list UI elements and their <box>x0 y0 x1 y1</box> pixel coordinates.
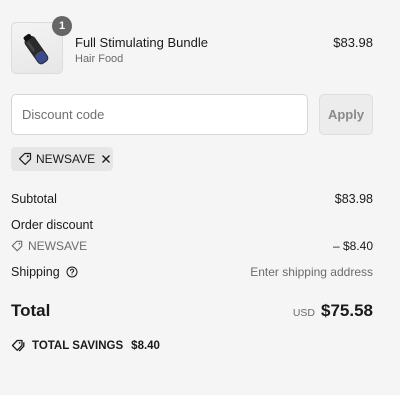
tag-icon <box>11 339 26 352</box>
help-circle-icon[interactable] <box>66 266 78 278</box>
total-savings: TOTAL SAVINGS $8.40 <box>11 339 160 352</box>
quantity-badge: 1 <box>52 16 72 36</box>
subtotal-label: Subtotal <box>11 192 57 206</box>
applied-discount-chip: NEWSAVE <box>11 147 113 171</box>
product-name: Full Stimulating Bundle <box>75 35 208 50</box>
apply-button[interactable]: Apply <box>319 94 373 135</box>
tag-icon <box>11 240 23 252</box>
savings-amount: $8.40 <box>131 339 160 352</box>
total-amount: USD $75.58 <box>293 301 373 321</box>
line-item: 1 Full Stimulating Bundle Hair Food $83.… <box>11 16 373 74</box>
applied-code-label: NEWSAVE <box>36 152 96 166</box>
total-value: $75.58 <box>321 301 373 320</box>
product-price: $83.98 <box>333 35 373 50</box>
shipping-row: Shipping <box>11 265 78 279</box>
close-icon[interactable] <box>99 152 113 166</box>
shipping-label: Shipping <box>11 265 60 279</box>
product-variant: Hair Food <box>75 53 124 65</box>
product-thumbnail: 1 <box>11 16 72 74</box>
discount-code-input[interactable] <box>11 94 308 135</box>
savings-label: TOTAL SAVINGS <box>32 339 124 352</box>
discount-value: – $8.40 <box>332 239 373 253</box>
tag-icon <box>18 152 32 166</box>
discount-code-label: NEWSAVE <box>28 239 88 253</box>
total-label: Total <box>11 301 51 320</box>
order-discount-label: Order discount <box>11 218 93 232</box>
currency-code: USD <box>292 307 315 319</box>
shipping-value: Enter shipping address <box>250 265 373 279</box>
discount-code-row: NEWSAVE <box>11 239 87 253</box>
subtotal-value: $83.98 <box>334 192 373 206</box>
